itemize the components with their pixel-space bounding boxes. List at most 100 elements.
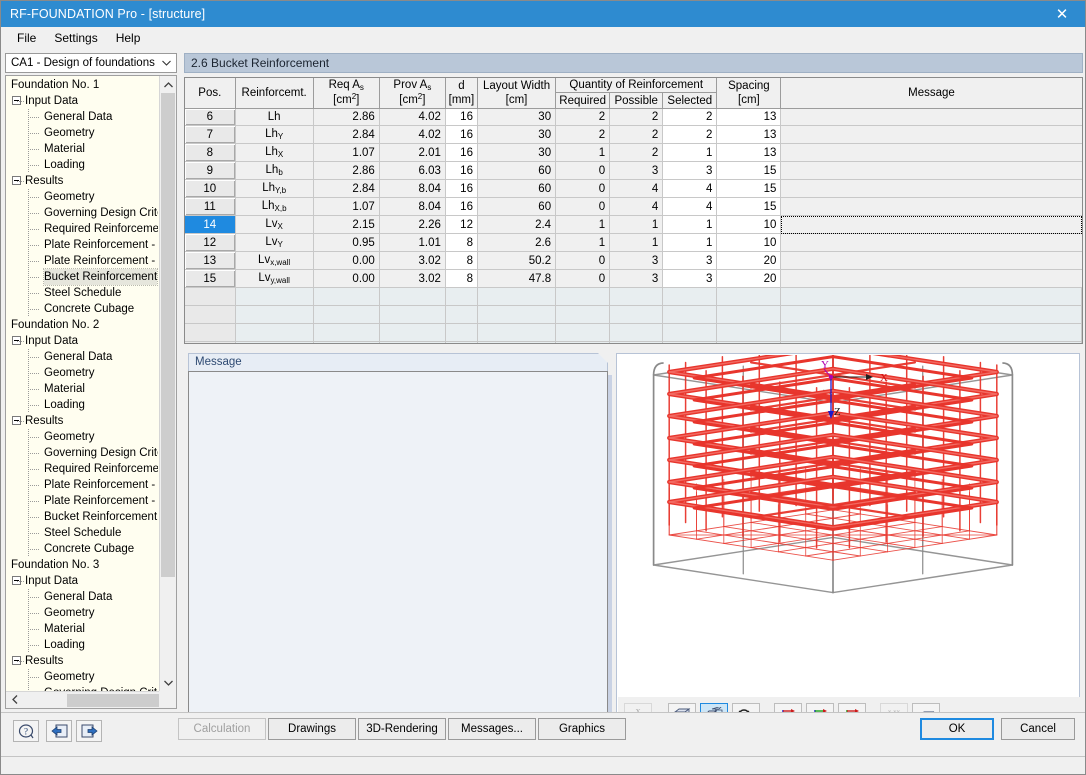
cell-selected[interactable]: 4 <box>662 179 718 198</box>
cell-pos[interactable] <box>185 305 236 324</box>
cell-required[interactable]: 1 <box>555 143 611 162</box>
table-empty-row[interactable] <box>185 341 1082 343</box>
cell-empty[interactable] <box>662 341 718 343</box>
cell-req-as[interactable]: 2.84 <box>313 179 380 198</box>
tree-item-loading[interactable]: Loading <box>6 637 158 653</box>
cell-layout-width[interactable]: 30 <box>477 143 557 162</box>
table-row[interactable]: 15 Lvy,wall 0.00 3.02 8 47.8 0 3 3 20 <box>185 269 1082 288</box>
cell-possible[interactable]: 3 <box>609 251 664 270</box>
col-required[interactable]: Required <box>555 92 611 109</box>
cell-empty[interactable] <box>313 305 380 324</box>
tree-item-general-data[interactable]: General Data <box>6 109 158 125</box>
cell-prov-as[interactable]: 3.02 <box>379 251 446 270</box>
tree-item-plate-reinforcement-b[interactable]: Plate Reinforcement - B <box>6 237 158 253</box>
tree-item-plate-reinforcement-b[interactable]: Plate Reinforcement - B <box>6 477 158 493</box>
tree-item-steel-schedule[interactable]: Steel Schedule <box>6 285 158 301</box>
tree-item-foundation-no-1[interactable]: Foundation No. 1 <box>6 77 158 93</box>
tree-item-general-data[interactable]: General Data <box>6 349 158 365</box>
cell-required[interactable]: 2 <box>555 125 611 144</box>
cell-spacing[interactable]: 13 <box>716 125 782 144</box>
cell-empty[interactable] <box>313 287 380 306</box>
rendering-button[interactable]: 3D-Rendering <box>358 718 446 740</box>
tree-item-general-data[interactable]: General Data <box>6 589 158 605</box>
cell-layout-width[interactable]: 30 <box>477 125 557 144</box>
cell-selected[interactable]: 1 <box>662 233 718 252</box>
cell-message[interactable] <box>780 233 1082 252</box>
scroll-down-icon[interactable] <box>160 674 176 691</box>
cell-empty[interactable] <box>662 305 718 324</box>
cell-required[interactable]: 0 <box>555 179 611 198</box>
cell-empty[interactable] <box>235 323 314 342</box>
cell-empty[interactable] <box>716 287 782 306</box>
cell-possible[interactable]: 3 <box>609 161 664 180</box>
cell-layout-width[interactable]: 30 <box>477 108 557 126</box>
cell-selected[interactable]: 1 <box>662 143 718 162</box>
cell-empty[interactable] <box>555 287 611 306</box>
cell-req-as[interactable]: 2.15 <box>313 215 380 234</box>
cell-reinforcement[interactable]: LhX,b <box>235 197 314 216</box>
message-tab-label[interactable]: Message <box>188 353 608 371</box>
col-reinforcement[interactable]: Reinforcemt. <box>235 78 314 109</box>
cell-prov-as[interactable]: 8.04 <box>379 197 446 216</box>
tree-item-geometry[interactable]: Geometry <box>6 189 158 205</box>
cell-pos[interactable] <box>185 287 236 306</box>
cell-empty[interactable] <box>313 341 380 343</box>
cancel-button[interactable]: Cancel <box>1001 718 1075 740</box>
menu-item-help[interactable]: Help <box>107 29 150 47</box>
cell-reinforcement[interactable]: LvX <box>235 215 314 234</box>
cell-empty[interactable] <box>445 341 478 343</box>
cell-layout-width[interactable]: 50.2 <box>477 251 557 270</box>
cell-pos[interactable]: 15 <box>185 269 236 288</box>
cell-empty[interactable] <box>662 287 718 306</box>
cell-empty[interactable] <box>780 323 1082 342</box>
cell-empty[interactable] <box>716 341 782 343</box>
cell-diameter[interactable]: 16 <box>445 197 478 216</box>
table-row[interactable]: 13 Lvx,wall 0.00 3.02 8 50.2 0 3 3 20 <box>185 251 1082 270</box>
cell-empty[interactable] <box>609 323 664 342</box>
cell-spacing[interactable]: 13 <box>716 108 782 126</box>
col-selected[interactable]: Selected <box>662 92 718 109</box>
cell-required[interactable]: 0 <box>555 269 611 288</box>
cell-diameter[interactable]: 16 <box>445 143 478 162</box>
cell-reinforcement[interactable]: LhY <box>235 125 314 144</box>
tree-item-geometry[interactable]: Geometry <box>6 125 158 141</box>
cell-possible[interactable]: 2 <box>609 125 664 144</box>
col-message[interactable]: Message <box>780 78 1082 109</box>
tree-item-geometry[interactable]: Geometry <box>6 669 158 685</box>
cell-required[interactable]: 1 <box>555 233 611 252</box>
cell-reinforcement[interactable]: Lvx,wall <box>235 251 314 270</box>
tree-item-results[interactable]: Results <box>6 413 158 429</box>
tree-item-concrete-cubage[interactable]: Concrete Cubage <box>6 541 158 557</box>
cell-reinforcement[interactable]: Lvy,wall <box>235 269 314 288</box>
tree-item-material[interactable]: Material <box>6 141 158 157</box>
cell-req-as[interactable]: 1.07 <box>313 143 380 162</box>
cell-possible[interactable]: 4 <box>609 197 664 216</box>
col-prov-as[interactable]: Prov As [cm2] <box>379 78 446 109</box>
cell-diameter[interactable]: 16 <box>445 179 478 198</box>
cell-req-as[interactable]: 0.00 <box>313 251 380 270</box>
cell-empty[interactable] <box>379 341 446 343</box>
prev-module-icon[interactable] <box>46 720 72 742</box>
tree-item-plate-reinforcement-t[interactable]: Plate Reinforcement - T <box>6 493 158 509</box>
cell-pos[interactable]: 6 <box>185 108 236 126</box>
graphics-button[interactable]: Graphics <box>538 718 626 740</box>
cell-spacing[interactable]: 13 <box>716 143 782 162</box>
navigation-tree[interactable]: Foundation No. 1 Input Data General Data Ge… <box>5 75 177 709</box>
table-row[interactable]: 12 LvY 0.95 1.01 8 2.6 1 1 1 10 <box>185 233 1082 252</box>
tree-item-foundation-no-2[interactable]: Foundation No. 2 <box>6 317 158 333</box>
scroll-left-icon[interactable] <box>6 694 23 706</box>
tree-item-results[interactable]: Results <box>6 653 158 669</box>
cell-diameter[interactable]: 16 <box>445 161 478 180</box>
cell-empty[interactable] <box>662 323 718 342</box>
cell-pos[interactable]: 12 <box>185 233 236 252</box>
cell-prov-as[interactable]: 4.02 <box>379 108 446 126</box>
cell-message[interactable] <box>780 161 1082 180</box>
cell-required[interactable]: 2 <box>555 108 611 126</box>
cell-reinforcement[interactable]: Lhb <box>235 161 314 180</box>
tree-item-governing-design-criter[interactable]: Governing Design Criter <box>6 445 158 461</box>
cell-reinforcement[interactable]: LvY <box>235 233 314 252</box>
col-diameter[interactable]: d [mm] <box>445 78 478 109</box>
ok-button[interactable]: OK <box>920 718 994 740</box>
cell-message[interactable] <box>780 215 1082 234</box>
design-case-select[interactable]: CA1 - Design of foundations <box>5 53 177 73</box>
